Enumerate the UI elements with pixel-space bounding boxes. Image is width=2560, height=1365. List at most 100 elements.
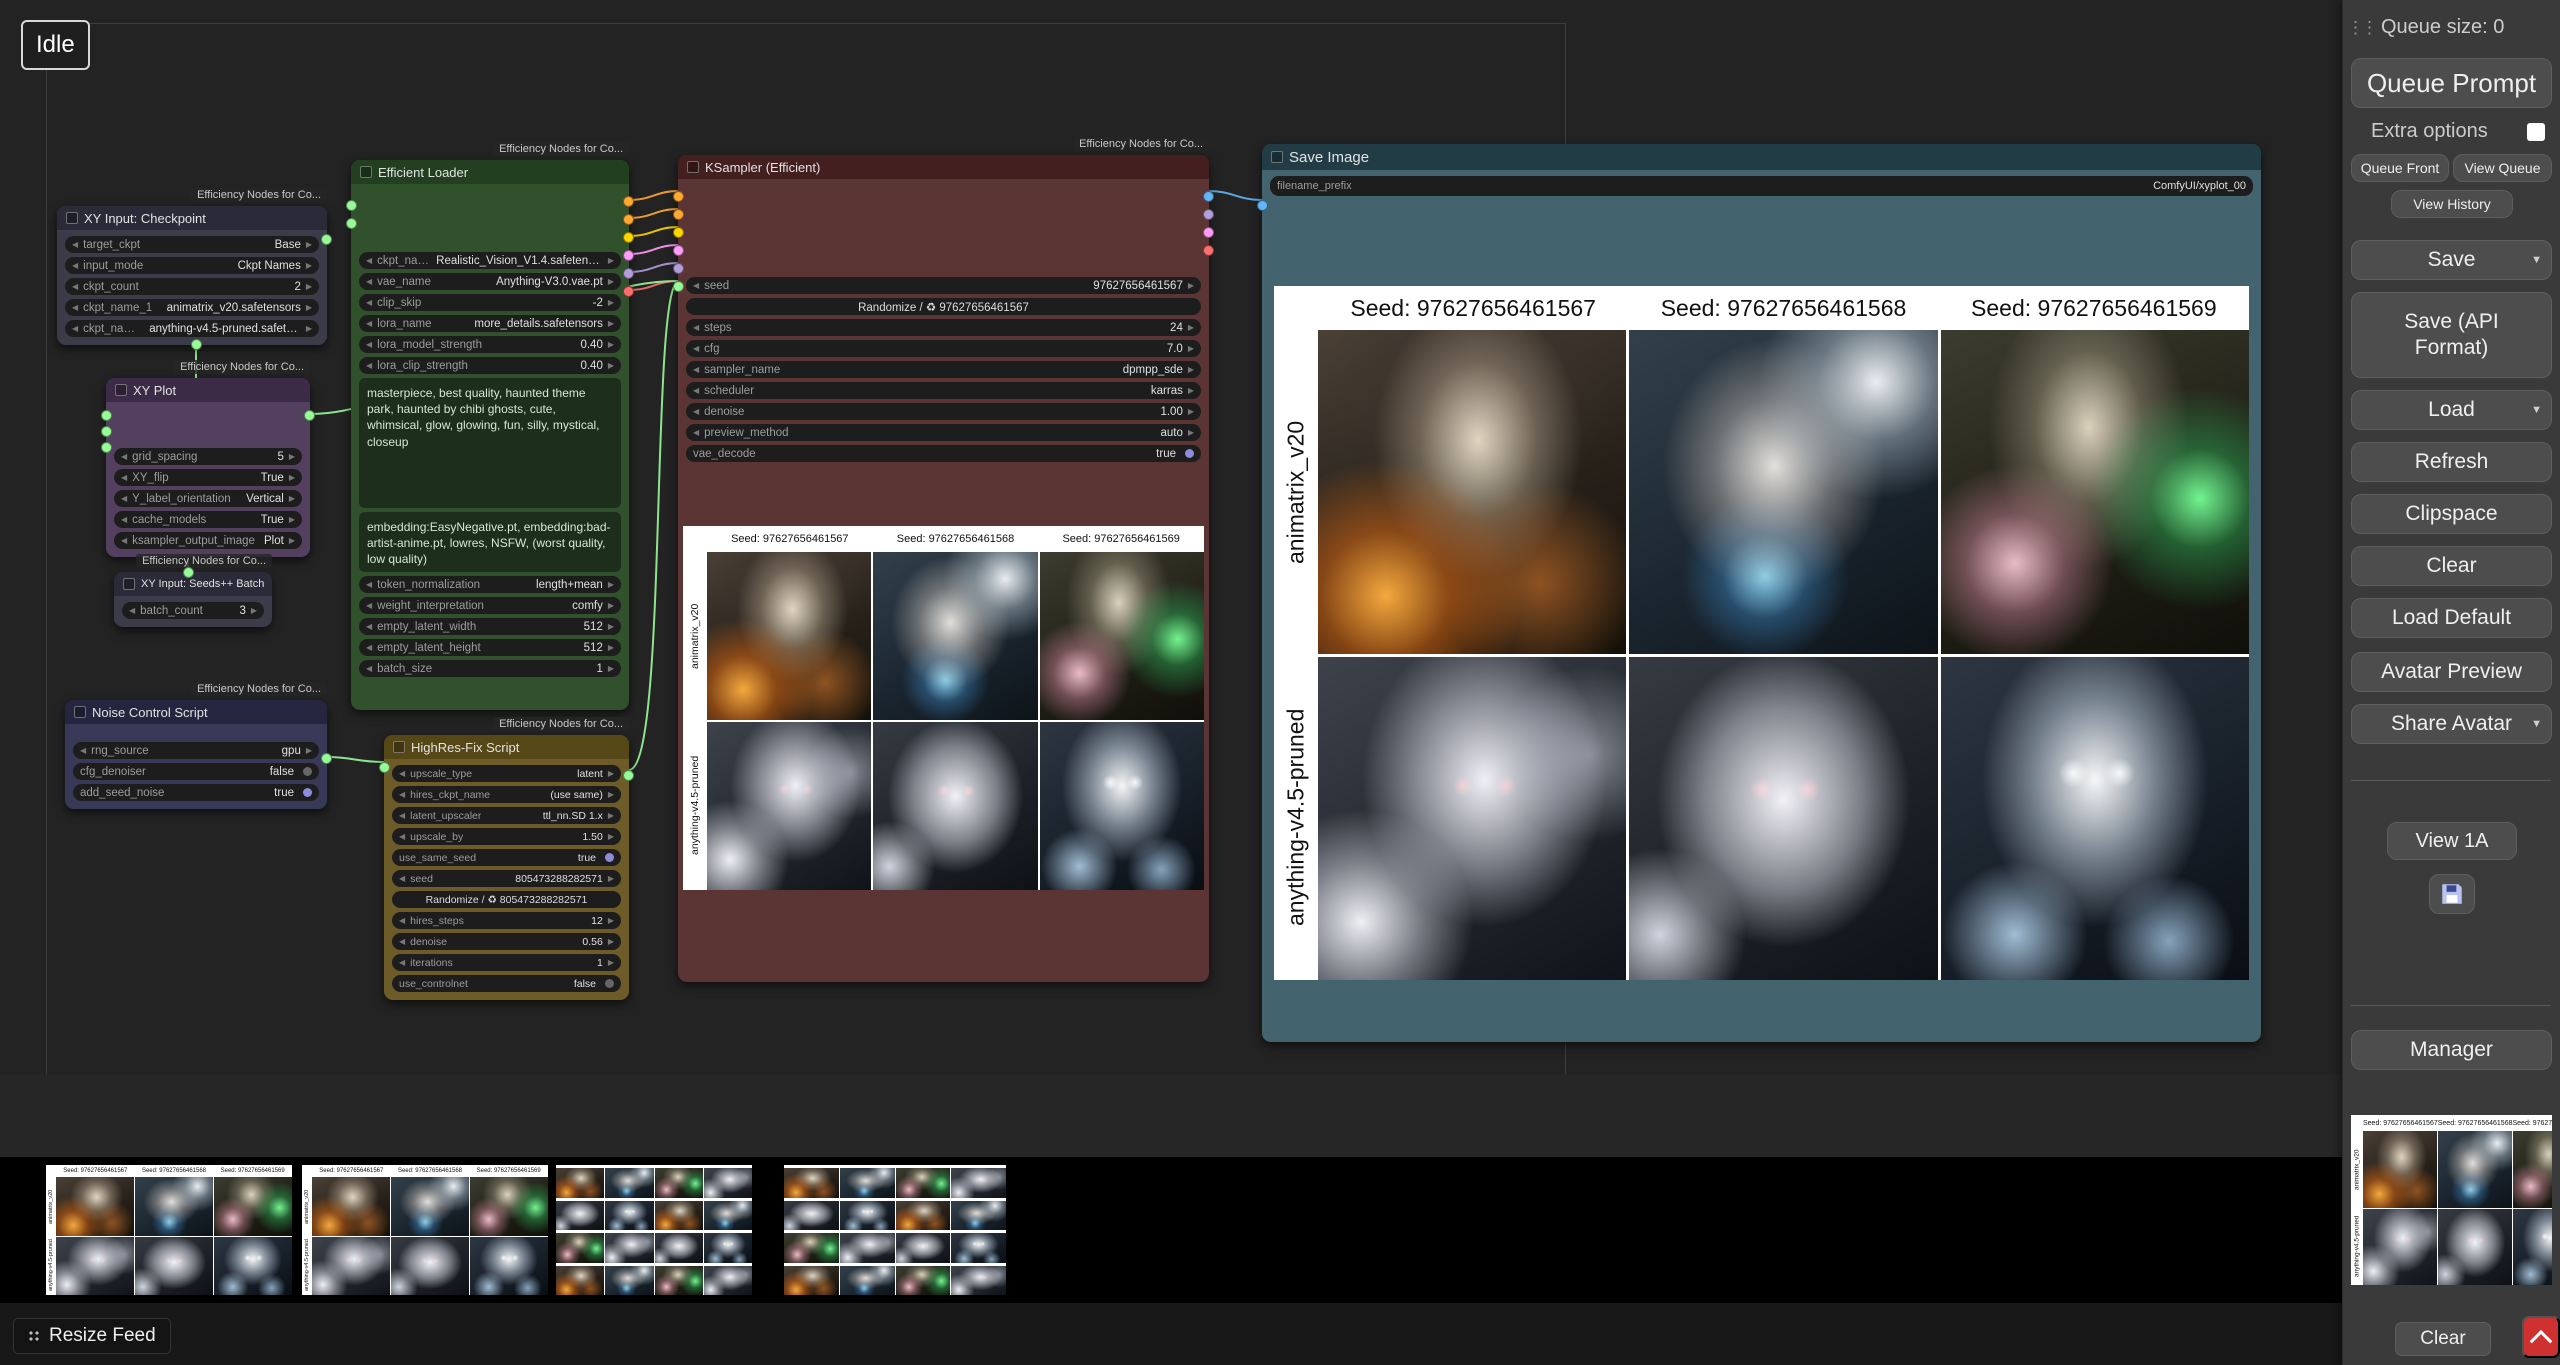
input-socket[interactable] [673,191,684,202]
output-socket[interactable] [1203,191,1214,202]
input-socket[interactable] [673,245,684,256]
node-widget[interactable]: ◀ ckpt_count 2 ▶ [65,278,319,295]
node-noise-control-script[interactable]: Efficiency Nodes for Co... Noise Control… [65,700,327,809]
node-highres-fix-script[interactable]: Efficiency Nodes for Co... HighRes-Fix S… [384,735,629,1000]
increment-arrow-icon[interactable]: ▶ [289,536,295,545]
node-widget[interactable]: ◀ Y_label_orientation Vertical ▶ [114,490,302,507]
increment-arrow-icon[interactable]: ▶ [608,790,614,799]
node-widget[interactable]: ◀ cfg 7.0 ▶ [686,340,1201,357]
node-widget[interactable]: ◀ batch_count 3 ▶ [122,602,264,619]
decrement-arrow-icon[interactable]: ◀ [366,298,372,307]
load-default-button[interactable]: Load Default [2351,598,2552,638]
node-widget[interactable]: ◀ use_same_seed true ▶ [392,849,621,866]
collapse-icon[interactable] [74,706,86,718]
node-widget[interactable]: ◀ latent_upscaler ttl_nn.SD 1.x ▶ [392,807,621,824]
node-widget[interactable]: ◀ batch_size 1 ▶ [359,660,621,677]
node-widget[interactable]: ◀ ckpt_name_2 anything-v4.5-pruned.safet… [65,320,319,337]
increment-arrow-icon[interactable]: ▶ [1188,365,1194,374]
node-widget[interactable]: ◀ vae_name Anything-V3.0.vae.pt ▶ [359,273,621,290]
increment-arrow-icon[interactable]: ▶ [608,256,614,265]
decrement-arrow-icon[interactable]: ◀ [399,916,405,925]
output-socket[interactable] [623,232,634,243]
node-widget[interactable]: ◀ sampler_name dpmpp_sde ▶ [686,361,1201,378]
node-widget[interactable]: ◀ grid_spacing 5 ▶ [114,448,302,465]
decrement-arrow-icon[interactable]: ◀ [366,601,372,610]
node-xy-input-checkpoint[interactable]: Efficiency Nodes for Co... XY Input: Che… [57,206,327,345]
decrement-arrow-icon[interactable]: ◀ [366,361,372,370]
increment-arrow-icon[interactable]: ▶ [306,303,312,312]
increment-arrow-icon[interactable]: ▶ [1188,386,1194,395]
increment-arrow-icon[interactable]: ▶ [608,622,614,631]
input-socket[interactable] [379,762,390,773]
decrement-arrow-icon[interactable]: ◀ [72,240,78,249]
view-history-button[interactable]: View History [2391,190,2513,218]
toggle-dot-icon[interactable] [605,979,614,988]
increment-arrow-icon[interactable]: ▶ [251,606,257,615]
node-widget[interactable]: ◀ lora_model_strength 0.40 ▶ [359,336,621,353]
decrement-arrow-icon[interactable]: ◀ [366,319,372,328]
increment-arrow-icon[interactable]: ▶ [608,811,614,820]
input-socket[interactable] [346,218,357,229]
node-title-bar[interactable]: Efficient Loader [351,160,629,184]
decrement-arrow-icon[interactable]: ◀ [693,281,699,290]
node-widget[interactable]: ◀ vae_decode true ▶ [686,445,1201,462]
output-socket[interactable] [1203,245,1214,256]
increment-arrow-icon[interactable]: ▶ [608,937,614,946]
node-widget[interactable]: ◀ denoise 0.56 ▶ [392,933,621,950]
decrement-arrow-icon[interactable]: ◀ [693,386,699,395]
node-widget[interactable]: ◀ denoise 1.00 ▶ [686,403,1201,420]
decrement-arrow-icon[interactable]: ◀ [129,606,135,615]
node-widget[interactable]: ◀ rng_source gpu ▶ [73,742,319,759]
feed-thumbnail-grid[interactable] [784,1165,1006,1295]
node-widget[interactable]: ◀ cache_models True ▶ [114,511,302,528]
increment-arrow-icon[interactable]: ▶ [608,319,614,328]
avatar-preview-button[interactable]: Avatar Preview [2351,652,2552,692]
node-xy-plot[interactable]: Efficiency Nodes for Co... XY Plot ◀ gri… [106,378,310,557]
increment-arrow-icon[interactable]: ▶ [1188,407,1194,416]
output-socket[interactable] [321,753,332,764]
node-title-bar[interactable]: Noise Control Script [65,700,327,724]
decrement-arrow-icon[interactable]: ◀ [399,832,405,841]
queue-prompt-button[interactable]: Queue Prompt [2351,58,2552,108]
increment-arrow-icon[interactable]: ▶ [289,515,295,524]
workflow-preview-thumbnail[interactable]: Seed: 97627656461567 Seed: 9762765646156… [2351,1115,2552,1285]
output-socket[interactable] [183,567,194,578]
input-socket[interactable] [673,281,684,292]
increment-arrow-icon[interactable]: ▶ [1188,281,1194,290]
input-socket[interactable] [1257,200,1268,211]
increment-arrow-icon[interactable]: ▶ [306,261,312,270]
node-widget[interactable]: ◀ clip_skip -2 ▶ [359,294,621,311]
node-widget[interactable]: ◀ Randomize / ♻ 97627656461567 ▶ [686,298,1201,315]
output-socket[interactable] [623,214,634,225]
node-widget[interactable]: ◀ empty_latent_height 512 ▶ [359,639,621,656]
decrement-arrow-icon[interactable]: ◀ [366,622,372,631]
node-widget[interactable]: ◀ target_ckpt Base ▶ [65,236,319,253]
node-widget[interactable]: ◀ iterations 1 ▶ [392,954,621,971]
node-widget[interactable]: ◀ hires_ckpt_name (use same) ▶ [392,786,621,803]
feed-thumbnail[interactable]: Seed: 97627656461567 Seed: 9762765646156… [46,1165,292,1295]
decrement-arrow-icon[interactable]: ◀ [121,494,127,503]
drag-handle-icon[interactable]: ⋮⋮ [2347,18,2375,38]
increment-arrow-icon[interactable]: ▶ [608,643,614,652]
increment-arrow-icon[interactable]: ▶ [289,473,295,482]
toggle-dot-icon[interactable] [303,788,312,797]
decrement-arrow-icon[interactable]: ◀ [693,344,699,353]
increment-arrow-icon[interactable]: ▶ [608,916,614,925]
increment-arrow-icon[interactable]: ▶ [608,874,614,883]
decrement-arrow-icon[interactable]: ◀ [72,261,78,270]
decrement-arrow-icon[interactable]: ◀ [399,790,405,799]
node-widget[interactable]: ◀ weight_interpretation comfy ▶ [359,597,621,614]
extra-options-checkbox[interactable] [2527,123,2545,141]
input-socket[interactable] [101,410,112,421]
increment-arrow-icon[interactable]: ▶ [608,340,614,349]
node-widget[interactable]: ◀ filename_prefix ComfyUI/xyplot_00 ▶ [1270,176,2253,196]
node-title-bar[interactable]: KSampler (Efficient) [678,155,1209,179]
node-widget[interactable]: ◀ lora_name more_details.safetensors ▶ [359,315,621,332]
input-socket[interactable] [673,263,684,274]
decrement-arrow-icon[interactable]: ◀ [399,937,405,946]
view-1a-button[interactable]: View 1A [2387,822,2517,860]
node-widget[interactable]: ◀ add_seed_noise true ▶ [73,784,319,801]
node-widget[interactable]: ◀ upscale_by 1.50 ▶ [392,828,621,845]
collapse-icon[interactable] [66,212,78,224]
increment-arrow-icon[interactable]: ▶ [306,746,312,755]
